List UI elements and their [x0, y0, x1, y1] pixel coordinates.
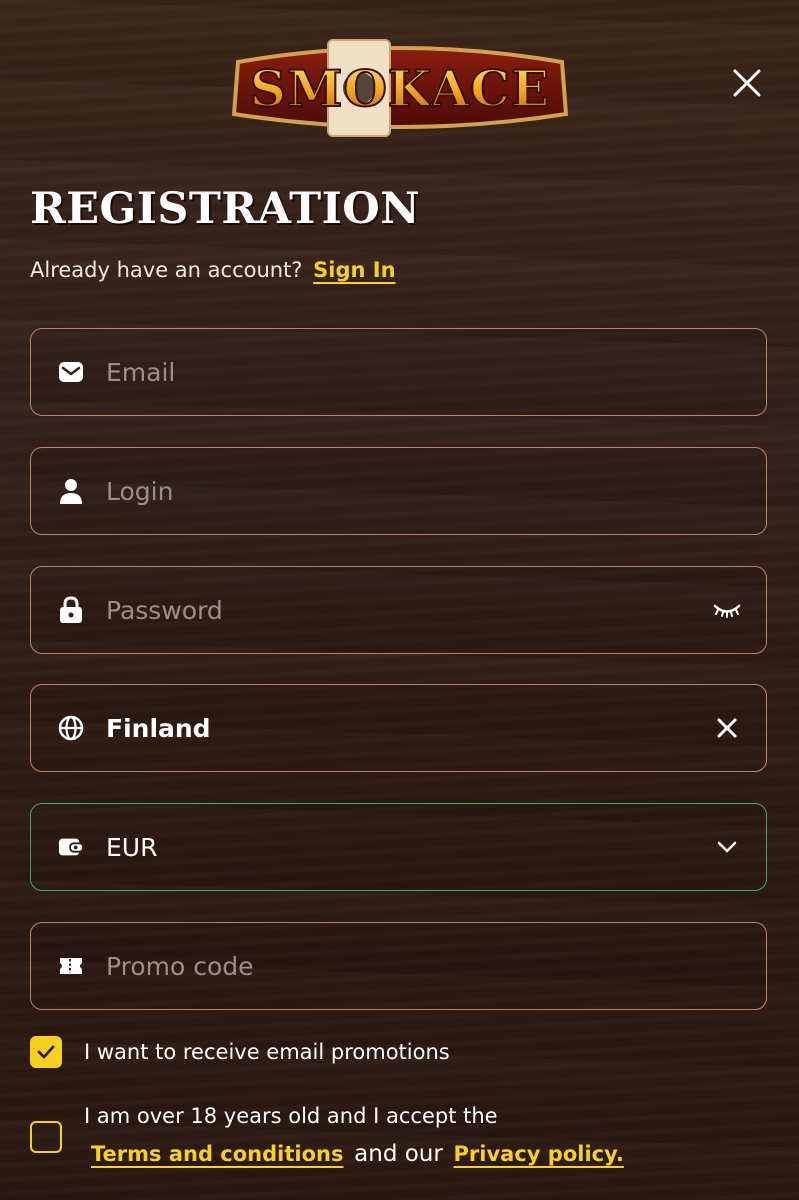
password-field[interactable]: Password: [30, 566, 767, 654]
promo-code-placeholder: Promo code: [106, 951, 254, 981]
close-button[interactable]: [726, 62, 768, 104]
password-visibility-toggle[interactable]: [710, 593, 744, 627]
country-clear-button[interactable]: [710, 711, 744, 745]
chevron-down-icon: [717, 841, 737, 853]
clear-icon: [717, 718, 737, 738]
logo-graphic: SMOKACE: [231, 39, 569, 137]
terms-label: I am over 18 years old and I accept the …: [84, 1097, 624, 1173]
currency-dropdown-toggle[interactable]: [710, 830, 744, 864]
country-value: Finland: [106, 713, 211, 743]
currency-value: EUR: [106, 832, 158, 862]
password-placeholder: Password: [106, 595, 223, 625]
checkmark-icon: [37, 1045, 55, 1059]
ticket-icon: [58, 953, 84, 979]
terms-consent: I am over 18 years old and I accept the …: [30, 1097, 624, 1173]
signin-prompt: Already have an account? Sign In: [30, 258, 396, 282]
currency-select[interactable]: EUR: [30, 803, 767, 891]
terms-link[interactable]: Terms and conditions: [91, 1142, 343, 1166]
terms-middle-text: and our: [354, 1141, 443, 1167]
wallet-icon: [58, 834, 84, 860]
terms-text: I am over 18 years old and I accept the: [84, 1104, 498, 1128]
country-field[interactable]: Finland: [30, 684, 767, 772]
signin-prompt-text: Already have an account?: [30, 258, 303, 282]
terms-checkbox[interactable]: [30, 1121, 62, 1153]
close-icon: [733, 69, 761, 97]
email-promotions-label: I want to receive email promotions: [84, 1040, 450, 1064]
email-field[interactable]: Email: [30, 328, 767, 416]
logo-text: SMOKACE: [250, 59, 550, 118]
email-promotions-consent: I want to receive email promotions: [30, 1036, 450, 1071]
login-placeholder: Login: [106, 476, 174, 506]
privacy-policy-link[interactable]: Privacy policy.: [454, 1142, 624, 1166]
eye-closed-icon: [713, 604, 741, 618]
promo-code-field[interactable]: Promo code: [30, 922, 767, 1010]
globe-icon: [58, 715, 84, 741]
email-placeholder: Email: [106, 357, 176, 387]
email-promotions-checkbox[interactable]: [30, 1036, 62, 1068]
lock-icon: [58, 596, 84, 623]
user-icon: [58, 478, 84, 504]
signin-link[interactable]: Sign In: [313, 258, 395, 282]
page-title: REGISTRATION: [30, 184, 421, 234]
brand-logo: SMOKACE: [230, 36, 570, 140]
login-field[interactable]: Login: [30, 447, 767, 535]
envelope-icon: [58, 359, 84, 385]
